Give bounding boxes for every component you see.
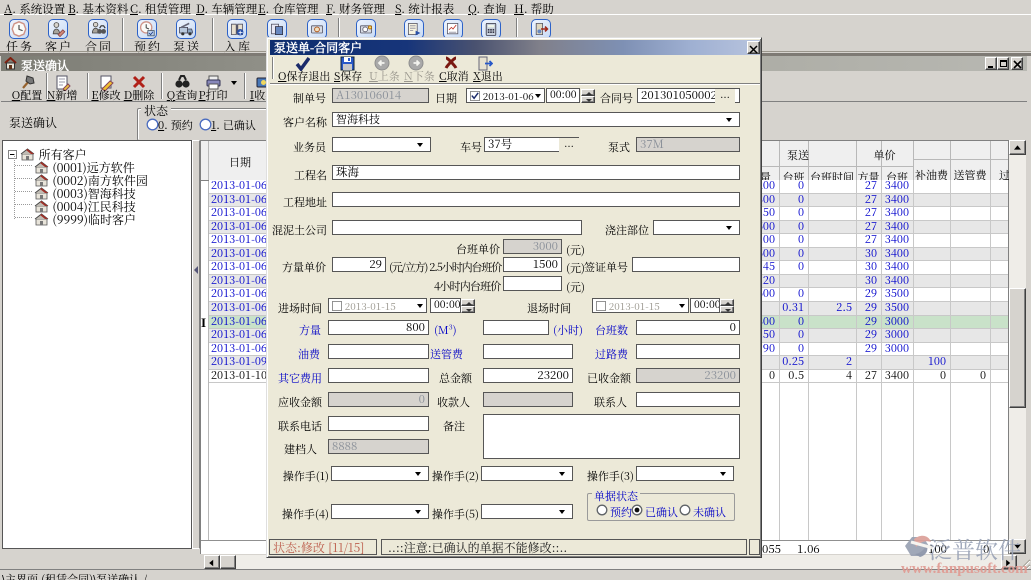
svg-text:www.fanpusoft.com: www.fanpusoft.com [901,561,1028,577]
